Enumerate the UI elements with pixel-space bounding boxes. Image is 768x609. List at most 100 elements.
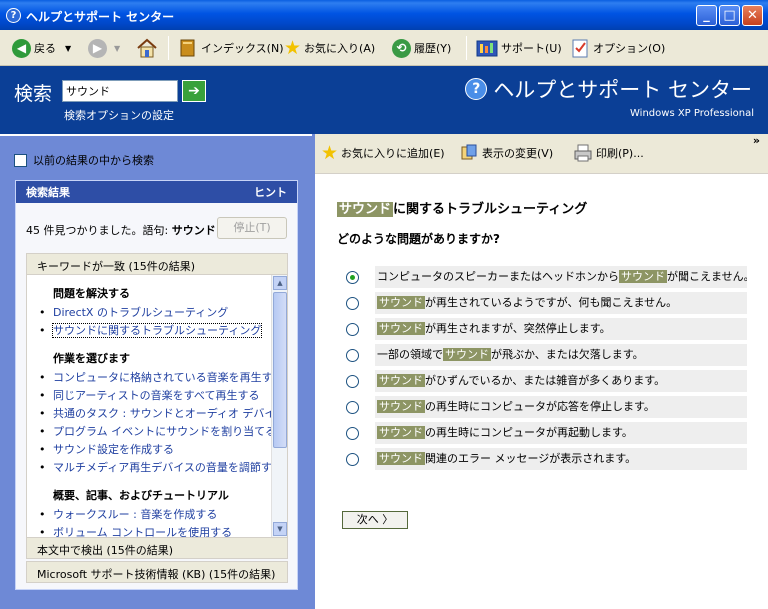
results-summary: 45 件見つかりました。語句: サウンド bbox=[26, 222, 216, 238]
next-button[interactable]: 次へ 〉 bbox=[342, 511, 408, 529]
forward-button[interactable]: ▶ ▼ bbox=[88, 38, 120, 58]
problem-option[interactable]: コンピュータのスピーカーまたはヘッドホンから サウンド が聞こえません。 bbox=[337, 264, 747, 290]
options-label: オプション(O) bbox=[593, 42, 666, 55]
history-button[interactable]: ⟲ 履歴(Y) bbox=[392, 38, 451, 58]
search-go-button[interactable]: ➔ bbox=[182, 80, 206, 102]
result-link[interactable]: 同じアーティストの音楽をすべて再生する bbox=[39, 387, 271, 405]
search-options-link[interactable]: 検索オプションの設定 bbox=[64, 107, 174, 123]
search-previous-label: 以前の結果の中から検索 bbox=[33, 154, 154, 167]
back-button[interactable]: ◀ 戻る ▼ bbox=[12, 38, 71, 58]
article-title: サウンド に関するトラブルシューティング bbox=[337, 198, 587, 217]
index-book-icon bbox=[180, 39, 195, 57]
summary-term: サウンド bbox=[171, 224, 216, 237]
more-chevron-icon[interactable]: » bbox=[753, 134, 760, 147]
kb-section[interactable]: Microsoft サポート技術情報 (KB) (15件の結果) bbox=[26, 561, 288, 583]
fulltext-match-section[interactable]: 本文中で検出 (15件の結果) bbox=[26, 537, 288, 559]
radio-button[interactable] bbox=[346, 453, 359, 466]
maximize-button[interactable]: □ bbox=[719, 5, 740, 26]
change-view-label: 表示の変更(V) bbox=[482, 147, 554, 160]
question-heading: どのような問題がありますか? bbox=[337, 232, 500, 246]
add-to-favorites-button[interactable]: ★ お気に入りに追加(E) bbox=[321, 143, 445, 163]
option-text: サウンド が再生されますが、突然停止します。 bbox=[375, 318, 747, 340]
radio-button[interactable] bbox=[346, 323, 359, 336]
support-button[interactable]: サポート(U) bbox=[476, 38, 562, 58]
window-title: ヘルプとサポート センター bbox=[26, 10, 175, 24]
back-dropdown-icon[interactable]: ▼ bbox=[65, 44, 71, 53]
problem-options: コンピュータのスピーカーまたはヘッドホンから サウンド が聞こえません。 サウンドが… bbox=[337, 264, 747, 472]
radio-button[interactable] bbox=[346, 349, 359, 362]
results-title: 検索結果 bbox=[26, 186, 70, 199]
forward-arrow-icon: ▶ bbox=[88, 38, 107, 58]
result-link[interactable]: DirectX のトラブルシューティング bbox=[39, 304, 271, 322]
result-group: 概要、記事、およびチュートリアル ウォークスルー : 音楽を作成する ボリューム… bbox=[39, 487, 271, 537]
index-button[interactable]: インデックス(N) bbox=[178, 38, 283, 58]
main-toolbar: ◀ 戻る ▼ ▶ ▼ インデックス(N) ★ お気に入り(A) ⟲ 履歴(Y) … bbox=[0, 30, 768, 66]
problem-option[interactable]: サウンド がひずんでいるか、または雑音が多くあります。 bbox=[337, 368, 747, 394]
problem-option[interactable]: サウンド の再生時にコンピュータが再起動します。 bbox=[337, 420, 747, 446]
problem-option[interactable]: サウンド が再生されているようですが、何も聞こえません。 bbox=[337, 290, 747, 316]
radio-button[interactable] bbox=[346, 297, 359, 310]
result-link[interactable]: サウンド設定を作成する bbox=[39, 441, 271, 459]
result-link-selected[interactable]: サウンドに関するトラブルシューティング bbox=[39, 322, 271, 340]
index-label: インデックス(N) bbox=[201, 42, 284, 55]
radio-button[interactable] bbox=[346, 427, 359, 440]
search-label: 検索 bbox=[14, 83, 53, 105]
help-and-support-window: ? ヘルプとサポート センター _ □ ✕ ◀ 戻る ▼ ▶ ▼ インデックス(… bbox=[0, 0, 768, 609]
title-rest: に関するトラブルシューティング bbox=[393, 202, 588, 217]
group-title: 概要、記事、およびチュートリアル bbox=[53, 489, 229, 502]
result-link[interactable]: マルチメディア再生デバイスの音量を調節する bbox=[39, 459, 271, 477]
close-button[interactable]: ✕ bbox=[742, 5, 763, 26]
change-view-button[interactable]: 表示の変更(V) bbox=[459, 143, 553, 163]
title-highlight: サウンド bbox=[337, 202, 394, 217]
result-link[interactable]: ウォークスルー : 音楽を作成する bbox=[39, 506, 271, 524]
checkbox-box[interactable] bbox=[14, 153, 27, 167]
problem-option[interactable]: サウンド が再生されますが、突然停止します。 bbox=[337, 316, 747, 342]
content-pane: ★ お気に入りに追加(E) 表示の変更(V) 印刷(P)... » サウンド に… bbox=[312, 134, 768, 609]
result-link[interactable]: ボリューム コントロールを使用する bbox=[39, 524, 271, 537]
result-link[interactable]: プログラム イベントにサウンドを割り当てる bbox=[39, 423, 271, 441]
problem-option[interactable]: サウンド 関連のエラー メッセージが表示されます。 bbox=[337, 446, 747, 472]
favorites-button[interactable]: ★ お気に入り(A) bbox=[284, 38, 375, 58]
scroll-up-icon[interactable]: ▲ bbox=[273, 276, 287, 290]
search-input[interactable] bbox=[62, 80, 178, 102]
results-scrollbar[interactable]: ▲ ▼ bbox=[271, 275, 287, 537]
problem-option[interactable]: サウンド の再生時にコンピュータが応答を停止します。 bbox=[337, 394, 747, 420]
options-button[interactable]: オプション(O) bbox=[570, 38, 665, 58]
support-icon bbox=[476, 40, 498, 57]
hint-link[interactable]: ヒント bbox=[254, 184, 287, 200]
search-results-pane: 以前の結果の中から検索 検索結果 ヒント 45 件見つかりました。語句: サウン… bbox=[0, 134, 312, 609]
stop-button[interactable]: 停止(T) bbox=[217, 217, 287, 239]
printer-icon bbox=[574, 144, 592, 162]
title-bar: ? ヘルプとサポート センター _ □ ✕ bbox=[0, 0, 768, 30]
scroll-down-icon[interactable]: ▼ bbox=[273, 522, 287, 536]
edition-label: Windows XP Professional bbox=[630, 108, 754, 119]
result-link[interactable]: コンピュータに格納されている音楽を再生する bbox=[39, 369, 271, 387]
keyword-match-section[interactable]: キーワードが一致 (15件の結果) bbox=[26, 253, 288, 275]
support-label: サポート(U) bbox=[501, 42, 562, 55]
home-button[interactable] bbox=[136, 38, 158, 58]
radio-button-selected[interactable] bbox=[346, 271, 359, 284]
summary-prefix: 45 件見つかりました。語句: bbox=[26, 224, 169, 237]
forward-dropdown-icon[interactable]: ▼ bbox=[114, 44, 120, 53]
help-icon: ? bbox=[6, 8, 21, 23]
arrow-right-icon: ➔ bbox=[188, 83, 200, 99]
minimize-button[interactable]: _ bbox=[696, 5, 717, 26]
brand-title: ? ヘルプとサポート センター bbox=[465, 74, 752, 104]
radio-button[interactable] bbox=[346, 401, 359, 414]
problem-option[interactable]: 一部の領域で サウンド が飛ぶか、または欠落します。 bbox=[337, 342, 747, 368]
brand-text: ヘルプとサポート センター bbox=[493, 78, 752, 102]
result-group: 作業を選びます コンピュータに格納されている音楽を再生する 同じアーティストの音… bbox=[39, 350, 271, 477]
option-text: サウンド が再生されているようですが、何も聞こえません。 bbox=[375, 292, 747, 314]
radio-button[interactable] bbox=[346, 375, 359, 388]
options-checklist-icon bbox=[572, 39, 588, 58]
favorites-label: お気に入り(A) bbox=[304, 42, 376, 55]
print-button[interactable]: 印刷(P)... bbox=[573, 143, 644, 163]
scrollbar-thumb[interactable] bbox=[273, 292, 287, 448]
result-link[interactable]: 共通のタスク : サウンドとオーディオ デバイス bbox=[39, 405, 271, 423]
option-text: 一部の領域で サウンド が飛ぶか、または欠落します。 bbox=[375, 344, 747, 366]
search-previous-results-checkbox[interactable]: 以前の結果の中から検索 bbox=[14, 152, 154, 168]
results-header: 検索結果 ヒント bbox=[16, 181, 297, 203]
group-title: 作業を選びます bbox=[53, 352, 130, 365]
group-title: 問題を解決する bbox=[53, 287, 130, 300]
content-toolbar: ★ お気に入りに追加(E) 表示の変更(V) 印刷(P)... » bbox=[315, 134, 768, 174]
